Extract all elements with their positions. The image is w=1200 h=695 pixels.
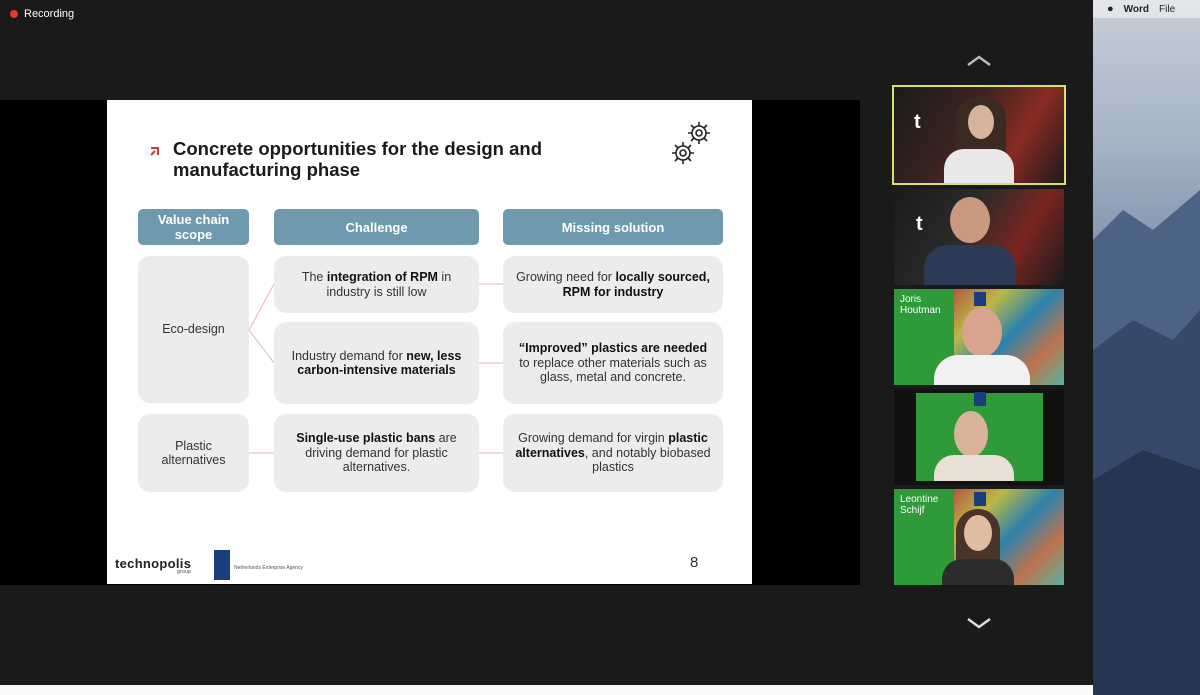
- challenge-cell-3: Single-use plastic bans are driving dema…: [274, 414, 479, 492]
- challenge-3-text: Single-use plastic bans are driving dema…: [296, 431, 457, 475]
- presentation-slide: Concrete opportunities for the design an…: [107, 100, 752, 584]
- chevron-down-icon[interactable]: [966, 617, 992, 629]
- participant-tile-2[interactable]: t: [894, 189, 1064, 285]
- flag-icon-4: [974, 392, 986, 406]
- record-dot-icon: [10, 10, 18, 18]
- title-arrow-icon: [150, 147, 159, 156]
- participant-tile-joris-houtman[interactable]: Joris Houtman: [894, 289, 1064, 385]
- flag-icon: [974, 292, 986, 306]
- menubar-app-word[interactable]: Word: [1124, 4, 1149, 15]
- header-value-chain-scope: Value chain scope: [138, 209, 249, 245]
- menubar-file[interactable]: File: [1159, 4, 1175, 15]
- participant-shirt-3: [934, 355, 1030, 385]
- solution-3-text: Growing demand for virgin plastic altern…: [515, 431, 711, 475]
- mountain-wallpaper: [1093, 190, 1200, 695]
- participant-face-3: [962, 307, 1002, 357]
- solution-2-text: “Improved” plastics are needed to replac…: [518, 341, 708, 385]
- scope-plastic-alternatives-label: Plastic alternatives: [161, 438, 226, 468]
- challenge-cell-1: The integration of RPM in industry is st…: [274, 256, 479, 313]
- agency-name: Netherlands Enterprise Agency: [234, 565, 303, 571]
- challenge-cell-2: Industry demand for new, less carbon-int…: [274, 322, 479, 404]
- participant-name-joris: Joris Houtman: [900, 294, 941, 316]
- gears-icon: [672, 122, 710, 164]
- technopolis-logo: technopolis group: [115, 556, 192, 575]
- scope-eco-design: Eco-design: [138, 256, 249, 403]
- participant-shirt-1: [944, 149, 1014, 183]
- scope-plastic-alternatives: Plastic alternatives: [138, 414, 249, 492]
- participant-shirt-4: [934, 455, 1014, 481]
- solution-cell-2: “Improved” plastics are needed to replac…: [503, 322, 723, 404]
- participant-tile-1[interactable]: t: [892, 85, 1066, 185]
- agency-logo: [214, 550, 230, 580]
- participant-name-leontine: Leontine Schijf: [900, 494, 939, 516]
- flag-icon-5: [974, 492, 986, 506]
- participant-face-4: [954, 411, 988, 457]
- participant-shirt-2: [924, 245, 1016, 285]
- technopolis-t-logo-2: t: [916, 213, 923, 235]
- challenge-1-text: The integration of RPM in industry is st…: [301, 270, 452, 299]
- header-missing-solution: Missing solution: [503, 209, 723, 245]
- bottom-strip: [0, 685, 1093, 695]
- zoom-meeting-window: Recording Concrete opportunities for the…: [0, 0, 1093, 685]
- participant-face-5: [964, 515, 992, 551]
- solution-cell-1: Growing need for locally sourced, RPM fo…: [503, 256, 723, 313]
- recording-indicator[interactable]: Recording: [10, 8, 74, 20]
- participant-tile-4[interactable]: [894, 389, 1064, 485]
- challenge-2-text: Industry demand for new, less carbon-int…: [291, 348, 462, 378]
- slide-title: Concrete opportunities for the design an…: [173, 138, 542, 180]
- macos-desktop: ● Word File: [1093, 0, 1200, 695]
- participant-face-2: [950, 197, 990, 243]
- participant-shirt-5: [942, 559, 1014, 585]
- participant-face-1: [968, 105, 994, 139]
- page-number: 8: [690, 554, 699, 571]
- participant-tile-leontine-schijf[interactable]: Leontine Schijf: [894, 489, 1064, 585]
- solution-cell-3: Growing demand for virgin plastic altern…: [503, 414, 723, 492]
- macos-menubar: ● Word File: [1093, 0, 1200, 18]
- header-challenge: Challenge: [274, 209, 479, 245]
- chevron-up-icon[interactable]: [966, 55, 992, 67]
- solution-1-text: Growing need for locally sourced, RPM fo…: [516, 270, 710, 299]
- technopolis-t-logo: t: [914, 111, 921, 133]
- scope-eco-design-label: Eco-design: [162, 322, 225, 337]
- apple-icon[interactable]: ●: [1107, 3, 1114, 15]
- recording-label: Recording: [24, 8, 75, 20]
